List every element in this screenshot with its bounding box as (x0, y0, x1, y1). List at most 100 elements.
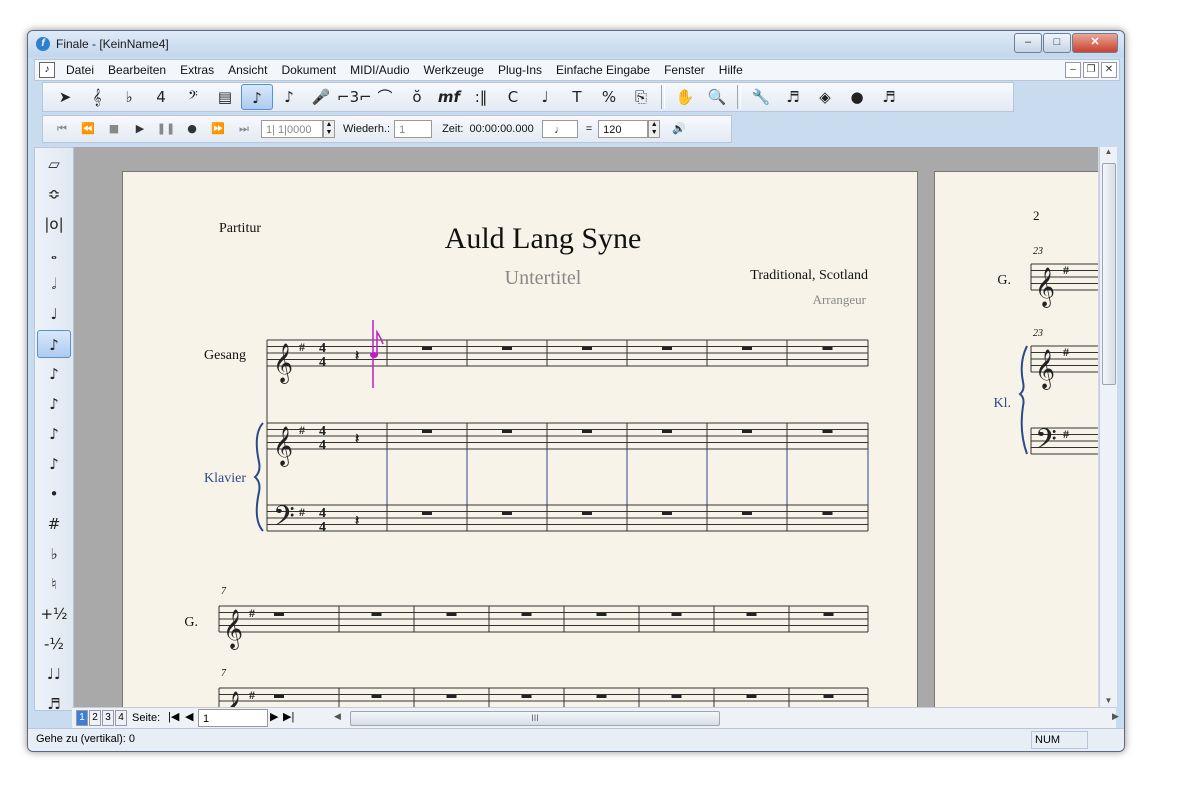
last-page-icon[interactable]: ▶| (283, 710, 294, 723)
page-tab-4[interactable]: 4 (115, 710, 127, 726)
vertical-scroll-thumb[interactable] (1102, 163, 1116, 385)
doc-close-button[interactable]: ✕ (1101, 62, 1117, 78)
flat-icon[interactable]: ♭ (37, 540, 71, 568)
chord-tool-icon[interactable]: C (497, 84, 529, 110)
rewind-start-icon[interactable]: ⏮ (49, 118, 75, 140)
simple-entry-tool-icon[interactable]: ♪ (241, 84, 273, 110)
play-icon[interactable]: ▶ (127, 118, 153, 140)
menu-item-bearbeiten[interactable]: Bearbeiten (101, 60, 173, 80)
menu-item-werkzeuge[interactable]: Werkzeuge (417, 60, 491, 80)
selection-tool-icon[interactable]: ➤ (49, 84, 81, 110)
doc-restore-button[interactable]: ❐ (1083, 62, 1099, 78)
menu-item-fenster[interactable]: Fenster (657, 60, 712, 80)
doc-minimize-button[interactable]: – (1065, 62, 1081, 78)
eighth-note-icon[interactable]: ♪ (37, 330, 71, 358)
resize-tool-icon[interactable]: % (593, 84, 625, 110)
one-twenty-eighth-note-icon[interactable]: ♪ (37, 450, 71, 478)
half-step-down-icon[interactable]: -½ (37, 630, 71, 658)
sixty-fourth-note-icon[interactable]: ♪ (37, 420, 71, 448)
double-whole-note-icon[interactable]: |o| (37, 210, 71, 238)
hand-grabber-icon[interactable]: ✋ (669, 84, 701, 110)
sharp-icon[interactable]: # (37, 510, 71, 538)
measure-counter-field[interactable]: 1| 1|0000 (261, 120, 323, 138)
playback-settings-icon[interactable]: 🔊 (666, 118, 692, 140)
counter-spinner[interactable]: ▲ ▼ (323, 120, 335, 138)
smart-shape-tool-icon[interactable]: ⌒ (369, 84, 401, 110)
vertical-scrollbar[interactable]: ▲ ▼ (1099, 147, 1117, 707)
mirror-tool-icon[interactable]: ● (841, 84, 873, 110)
first-page-icon[interactable]: |◀ (168, 710, 179, 723)
menu-item-einfache-eingabe[interactable]: Einfache Eingabe (549, 60, 657, 80)
pause-icon[interactable]: ❚❚ (153, 118, 179, 140)
page-tab-1[interactable]: 1 (76, 710, 88, 726)
ossia-tool-icon[interactable]: ♬ (873, 84, 905, 110)
menu-item-dokument[interactable]: Dokument (274, 60, 343, 80)
repeat-tool-icon[interactable]: :‖ (465, 84, 497, 110)
next-page-icon[interactable]: ▶ (270, 710, 278, 723)
maximize-button[interactable]: □ (1043, 33, 1071, 53)
tempo-field[interactable]: 120 (598, 120, 649, 138)
text-tool-icon[interactable]: T (561, 84, 593, 110)
special-tools-icon[interactable]: 🔧 (745, 84, 777, 110)
close-button[interactable]: ✕ (1072, 33, 1118, 53)
dot-icon[interactable]: • (37, 480, 71, 508)
tie-notes-icon[interactable]: ♩♩ (37, 660, 71, 688)
whole-rest (746, 613, 757, 616)
horizontal-scroll-thumb[interactable]: III (350, 711, 720, 726)
page-tab-3[interactable]: 3 (102, 710, 114, 726)
tempo-unit-select[interactable]: ♩ (541, 120, 578, 138)
lyrics-tool-icon[interactable]: ♩ (529, 84, 561, 110)
staff-tool-icon[interactable]: 𝄞 (81, 84, 113, 110)
tuplet-notes-icon[interactable]: ♬ (37, 690, 71, 718)
whole-rest (742, 347, 752, 350)
whole-note-icon[interactable]: 𝅝 (37, 240, 71, 268)
score-canvas[interactable]: 𝄞#44𝄽𝄞#44𝄽𝄢#44𝄽𝄞#𝄞# Partitur Auld Lang S… (74, 147, 1098, 707)
stop-icon[interactable]: ■ (101, 118, 127, 140)
midi-tool-icon[interactable]: ♬ (777, 84, 809, 110)
tie-icon[interactable]: ≎ (37, 180, 71, 208)
scroll-left-icon[interactable]: ◀ (334, 711, 341, 722)
page-layout-tool-icon[interactable]: ⎘ (625, 84, 657, 110)
eraser-icon[interactable]: ▱ (37, 150, 71, 178)
graphics-tool-icon[interactable]: ◈ (809, 84, 841, 110)
expression-tool-icon[interactable]: mf (433, 84, 465, 110)
half-step-up-icon[interactable]: +½ (37, 600, 71, 628)
tuplet-tool-icon[interactable]: ⌐3⌐ (337, 84, 372, 110)
articulation-tool-icon[interactable]: ŏ (401, 84, 433, 110)
natural-icon[interactable]: ♮ (37, 570, 71, 598)
key-sharp-icon: # (299, 423, 305, 437)
title-bar[interactable]: f Finale - [KeinName4] – □ ✕ (28, 31, 1124, 57)
menu-item-plug-ins[interactable]: Plug-Ins (491, 60, 549, 80)
minimize-button[interactable]: – (1014, 33, 1042, 53)
scroll-down-icon[interactable]: ▼ (1100, 696, 1117, 705)
whole-rest (671, 613, 682, 616)
page-tab-2[interactable]: 2 (89, 710, 101, 726)
measure-tool-icon[interactable]: ▤ (209, 84, 241, 110)
half-note-icon[interactable]: 𝅗𝅥 (37, 270, 71, 298)
menu-item-extras[interactable]: Extras (173, 60, 221, 80)
menu-item-hilfe[interactable]: Hilfe (712, 60, 750, 80)
menu-item-ansicht[interactable]: Ansicht (221, 60, 274, 80)
fast-forward-icon[interactable]: ⏩ (205, 118, 231, 140)
quarter-note-icon[interactable]: ♩ (37, 300, 71, 328)
repeat-select[interactable]: 1 (394, 120, 433, 138)
time-signature-tool-icon[interactable]: 4 (145, 84, 177, 110)
menu-item-datei[interactable]: Datei (59, 60, 101, 80)
prev-page-icon[interactable]: ◀ (185, 710, 193, 723)
clef-tool-icon[interactable]: 𝄢 (177, 84, 209, 110)
forward-end-icon[interactable]: ⏭ (231, 118, 257, 140)
speedy-entry-tool-icon[interactable]: ♪ (273, 84, 305, 110)
scroll-up-icon[interactable]: ▲ (1100, 147, 1117, 156)
zoom-tool-icon[interactable]: 🔍 (701, 84, 733, 110)
record-icon[interactable]: ● (179, 118, 205, 140)
key-signature-tool-icon[interactable]: ♭ (113, 84, 145, 110)
menu-item-midi-audio[interactable]: MIDI/Audio (343, 60, 416, 80)
scroll-right-icon[interactable]: ▶ (1112, 711, 1119, 722)
sixteenth-note-icon[interactable]: ♪ (37, 360, 71, 388)
thirty-second-note-icon[interactable]: ♪ (37, 390, 71, 418)
rewind-icon[interactable]: ⏪ (75, 118, 101, 140)
page-number-field[interactable]: 1 (198, 709, 268, 727)
document-icon[interactable]: ♪ (39, 62, 55, 78)
hyperscribe-tool-icon[interactable]: 🎤 (305, 84, 337, 110)
tempo-spinner[interactable]: ▲ ▼ (648, 120, 661, 138)
